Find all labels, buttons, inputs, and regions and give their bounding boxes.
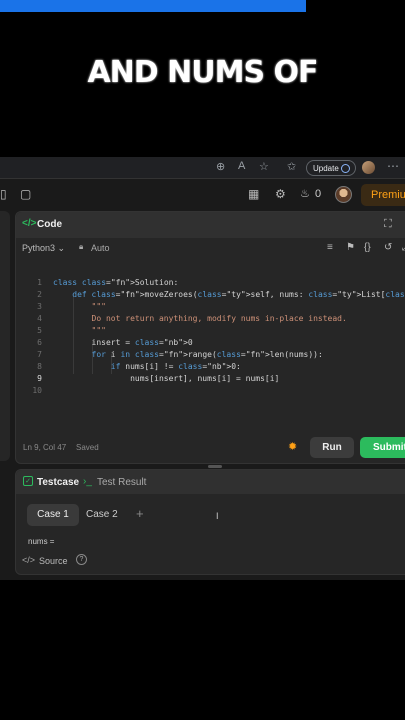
note-icon[interactable]: ▢ — [20, 187, 31, 201]
update-button[interactable]: Update — [306, 160, 356, 176]
update-label: Update — [313, 164, 339, 173]
reset-icon[interactable]: ↺ — [384, 242, 392, 253]
editor-toolbar: Python3 ⌄ 🔒︎ Auto ≡ ⚑ {} ↺ ⤢ — [16, 238, 405, 260]
checkbox-icon: ✓ — [23, 476, 33, 486]
premium-button[interactable]: Premium — [361, 184, 405, 206]
testcase-panel-header: ✓ Testcase ›_ Test Result — [16, 470, 405, 494]
browser-toolbar: ⊕ A ☆ ✩ Update ⋯ — [0, 157, 405, 179]
submit-button[interactable]: Submit — [360, 437, 405, 458]
source-code-icon: </> — [22, 555, 36, 565]
format-icon[interactable]: ≡ — [327, 242, 333, 253]
user-avatar[interactable] — [335, 186, 352, 203]
mouse-cursor-icon: I — [216, 511, 219, 521]
language-select[interactable]: Python3 ⌄ — [22, 243, 65, 254]
code-editor[interactable]: 1 2 3 4 5 6 7 8 9 10 class class="fn">So… — [16, 260, 405, 435]
code-line: def class="fn">moveZeroes(class="ty">sel… — [72, 290, 405, 299]
copilot-icon — [341, 164, 350, 173]
save-status: Saved — [76, 443, 99, 452]
code-panel: </> Code ⛶ Python3 ⌄ 🔒︎ Auto ≡ ⚑ {} ↺ ⤢ … — [15, 211, 405, 464]
line-number: 2 — [37, 290, 42, 299]
run-button[interactable]: Run — [310, 437, 354, 458]
language-label: Python3 — [22, 243, 56, 253]
code-line: """ — [53, 326, 106, 335]
favorites-icon[interactable]: ✩ — [287, 160, 296, 173]
auto-mode-label[interactable]: Auto — [91, 243, 110, 253]
case-1-tab[interactable]: Case 1 — [27, 504, 79, 526]
code-line: """ — [53, 302, 106, 311]
tab-testcase[interactable]: Testcase — [37, 477, 79, 488]
chevron-down-icon: ⌄ — [57, 243, 66, 253]
left-panel-edge — [0, 211, 10, 461]
line-number: 8 — [37, 362, 42, 371]
line-number: 5 — [37, 326, 42, 335]
streak-flame-icon[interactable]: ♨ — [300, 187, 310, 200]
help-icon[interactable]: ? — [76, 554, 87, 565]
debug-icon[interactable]: ✹ — [288, 440, 297, 453]
testcase-panel: ✓ Testcase ›_ Test Result Case 1 Case 2 … — [15, 469, 405, 575]
param-label: nums = — [28, 537, 55, 546]
code-line: for i in class="fn">range(class="fn">len… — [91, 350, 323, 359]
add-case-icon[interactable]: + — [136, 506, 144, 521]
browser-profile-avatar[interactable] — [362, 161, 375, 174]
video-progress-track — [306, 0, 405, 12]
screen-recording: ⊕ A ☆ ✩ Update ⋯ ▯ ▢ ▦ ⚙ ♨ 0 Premium </>… — [0, 157, 405, 580]
streak-count: 0 — [315, 188, 322, 200]
video-caption: AND NUMS OF — [87, 55, 318, 90]
favorite-star-icon[interactable]: ☆ — [259, 160, 269, 173]
video-progress-bar — [0, 0, 306, 12]
code-panel-header: </> Code ⛶ — [16, 212, 405, 238]
braces-icon[interactable]: {} — [364, 242, 371, 253]
line-number: 1 — [37, 278, 42, 287]
read-aloud-icon[interactable]: A — [238, 160, 245, 172]
tab-test-result[interactable]: Test Result — [97, 477, 146, 488]
line-number: 3 — [37, 302, 42, 311]
panel-resize-handle[interactable] — [15, 465, 405, 468]
code-line: if nums[i] != class="nb">0: — [110, 362, 241, 371]
line-number: 4 — [37, 314, 42, 323]
more-menu-icon[interactable]: ⋯ — [387, 159, 399, 173]
line-number: 7 — [37, 350, 42, 359]
maximize-icon[interactable]: ⛶ — [384, 218, 392, 231]
line-number: 10 — [32, 386, 42, 395]
line-number: 6 — [37, 338, 42, 347]
code-icon: </> — [22, 218, 37, 229]
source-link[interactable]: Source — [39, 556, 68, 566]
line-number: 9 — [37, 374, 42, 383]
code-line: nums[insert], nums[i] = nums[i] — [53, 374, 280, 383]
code-line: Do not return anything, modify nums in-p… — [53, 314, 347, 323]
panel-toggle-icon[interactable]: ▯ — [0, 187, 7, 201]
settings-gear-icon[interactable]: ⚙ — [275, 187, 286, 201]
code-panel-title: Code — [37, 219, 62, 230]
app-header: ▯ ▢ ▦ ⚙ ♨ 0 Premium — [0, 180, 405, 210]
lock-icon: 🔒︎ — [79, 242, 84, 251]
code-line: class class="fn">Solution: — [53, 278, 179, 287]
bookmark-icon[interactable]: ⚑ — [346, 242, 355, 253]
cursor-position: Ln 9, Col 47 — [23, 443, 67, 452]
code-line: insert = class="nb">0 — [53, 338, 193, 347]
zoom-icon[interactable]: ⊕ — [216, 160, 225, 173]
resize-grip[interactable] — [208, 465, 222, 468]
case-2-tab[interactable]: Case 2 — [86, 509, 118, 520]
terminal-icon: ›_ — [83, 476, 92, 487]
layout-grid-icon[interactable]: ▦ — [248, 187, 259, 201]
